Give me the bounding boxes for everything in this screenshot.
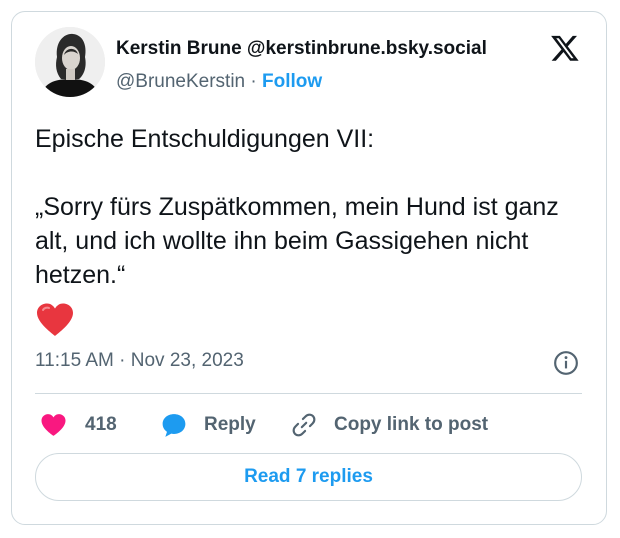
reply-label: Reply: [204, 414, 256, 435]
avatar[interactable]: [35, 27, 105, 97]
read-replies-button[interactable]: Read 7 replies: [35, 453, 582, 501]
author-handle-row: @BruneKerstin · Follow: [116, 71, 322, 93]
copy-link-button[interactable]: Copy link to post: [290, 410, 488, 440]
heart-icon: [41, 414, 66, 436]
copy-link-label: Copy link to post: [334, 414, 489, 435]
divider: [35, 393, 582, 394]
link-icon: [292, 413, 316, 437]
post-text-quote: „Sorry fürs Zuspätkommen, mein Hund ist …: [35, 193, 559, 289]
x-logo-icon[interactable]: [550, 33, 580, 63]
like-count: 418: [85, 414, 117, 435]
follow-button[interactable]: Follow: [262, 71, 322, 92]
post-timestamp[interactable]: 11:15 AM · Nov 23, 2023: [35, 350, 244, 372]
read-replies-label: Read 7 replies: [244, 466, 373, 487]
post-text-line: Epische Entschuldigungen VII:: [35, 125, 375, 153]
handle-separator: ·: [250, 71, 257, 92]
reply-bubble-icon: [162, 414, 186, 437]
post-text: Epische Entschuldigungen VII: „Sorry für…: [35, 122, 580, 292]
reply-button[interactable]: Reply: [160, 410, 256, 440]
author-name[interactable]: Kerstin Brune @kerstinbrune.bsky.social: [116, 38, 487, 60]
info-icon[interactable]: [553, 350, 579, 376]
red-heart-icon: [37, 303, 73, 336]
author-handle[interactable]: @BruneKerstin: [116, 71, 245, 92]
like-button[interactable]: 418: [40, 410, 117, 440]
profile-photo: [35, 27, 105, 97]
